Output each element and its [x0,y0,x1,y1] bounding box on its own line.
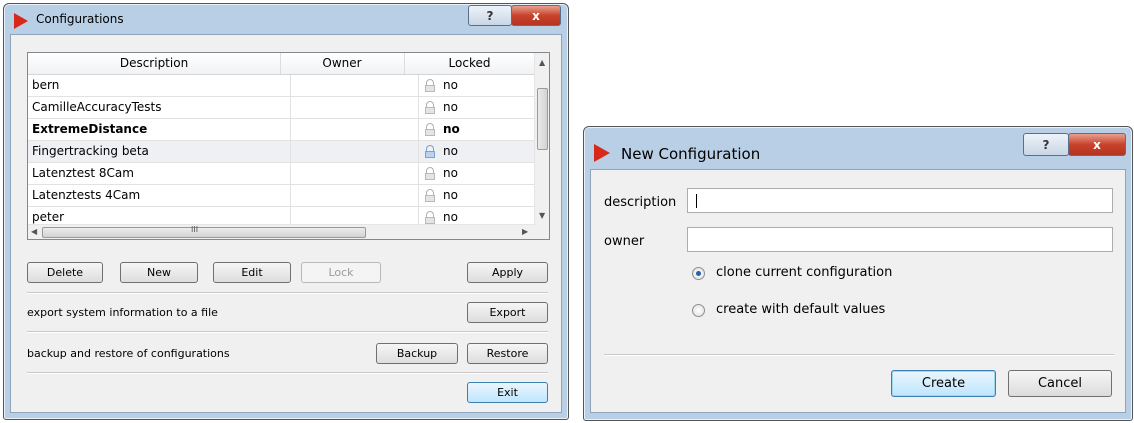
table-header: Description Owner Locked [28,53,535,75]
new-button[interactable]: New [120,262,198,283]
close-icon: x [532,8,540,23]
close-button[interactable]: x [1068,133,1126,156]
app-logo-icon [594,144,610,162]
owner-input[interactable] [687,227,1113,252]
create-with-default-values-label[interactable]: create with default values [716,302,885,317]
vertical-scrollbar[interactable]: ▲ ▼ [534,53,549,225]
lock-icon [425,189,435,202]
row-locked-value: no [443,78,458,92]
delete-button[interactable]: Delete [27,262,103,283]
restore-button[interactable]: Restore [467,343,548,364]
row-description: Fingertracking beta [32,144,149,158]
owner-label: owner [604,234,645,249]
column-header-description[interactable]: Description [28,53,281,74]
clone-current-configuration-label[interactable]: clone current configuration [716,265,892,280]
row-locked: no [418,163,539,184]
create-with-default-values-radio[interactable] [692,304,705,317]
table-row[interactable]: Latenztest 8Cam no [28,163,535,185]
separator [604,354,1114,356]
row-description: CamilleAccuracyTests [32,100,162,114]
help-icon: ? [1042,137,1050,152]
row-locked: no [418,97,539,118]
dialog-title: New Configuration [621,145,761,163]
row-locked: no [418,185,539,206]
separator [27,292,548,294]
row-owner [290,163,415,184]
row-owner [290,75,415,96]
table-row[interactable]: Latenztests 4Cam no [28,185,535,207]
row-description: bern [32,78,60,92]
window-title: Configurations [36,12,124,26]
scroll-down-arrow-icon[interactable]: ▼ [539,211,545,220]
lock-icon [425,101,435,114]
backup-button[interactable]: Backup [376,343,458,364]
help-button[interactable]: ? [468,5,512,26]
lock-icon [425,167,435,180]
vertical-scroll-thumb[interactable] [537,88,548,150]
close-button[interactable]: x [511,5,561,26]
scroll-left-arrow-icon[interactable]: ◀ [31,227,37,236]
row-owner [290,185,415,206]
apply-button[interactable]: Apply [467,262,548,283]
app-logo-icon [14,13,28,29]
clone-current-configuration-radio[interactable] [692,267,705,280]
description-input[interactable] [687,188,1113,213]
row-description: Latenztest 8Cam [32,166,134,180]
row-locked-value: no [443,188,458,202]
row-locked-value: no [443,122,460,136]
cancel-button[interactable]: Cancel [1008,370,1112,397]
row-locked: no [418,75,539,96]
table-row[interactable]: Fingertracking beta no [28,141,535,163]
lock-icon [425,123,435,136]
row-owner [290,119,415,140]
separator [27,331,548,333]
horizontal-scroll-thumb[interactable]: III [42,225,366,238]
horizontal-scrollbar[interactable]: ◀ III ▶ [28,224,535,239]
scroll-up-arrow-icon[interactable]: ▲ [539,58,545,67]
exit-button[interactable]: Exit [467,382,548,403]
scroll-right-arrow-icon[interactable]: ▶ [522,227,528,236]
table-row[interactable]: ExtremeDistance no [28,119,535,141]
lock-icon [425,79,435,92]
row-locked: no [418,119,539,140]
row-description: Latenztests 4Cam [32,188,141,202]
export-description-label: export system information to a file [27,306,218,319]
edit-button[interactable]: Edit [213,262,291,283]
configurations-table[interactable]: Description Owner Locked bern no CamilleAc… [27,52,550,240]
row-locked-value: no [443,166,458,180]
row-owner [290,97,415,118]
separator [27,372,548,374]
row-locked: no [418,141,539,162]
lock-icon [425,145,435,158]
description-label: description [604,195,677,210]
row-owner [290,141,415,162]
dialog-title-bar[interactable]: New Configuration ? x [584,127,1132,163]
export-button[interactable]: Export [467,302,548,323]
column-header-owner[interactable]: Owner [280,53,405,74]
text-caret [696,194,697,208]
title-bar[interactable]: Configurations ? x [4,4,568,34]
row-locked-value: no [443,100,458,114]
table-row[interactable]: bern no [28,75,535,97]
lock-icon [425,211,435,224]
table-row[interactable]: CamilleAccuracyTests no [28,97,535,119]
help-icon: ? [486,8,494,23]
help-button[interactable]: ? [1023,133,1069,156]
create-button[interactable]: Create [891,370,996,397]
row-description: ExtremeDistance [32,122,148,136]
backup-description-label: backup and restore of configurations [27,347,230,360]
close-icon: x [1093,137,1101,152]
row-locked-value: no [443,144,458,158]
column-header-locked[interactable]: Locked [404,53,535,74]
scroll-grip-icon: III [191,225,199,234]
scrollbar-corner [535,225,549,239]
lock-button[interactable]: Lock [301,262,381,283]
